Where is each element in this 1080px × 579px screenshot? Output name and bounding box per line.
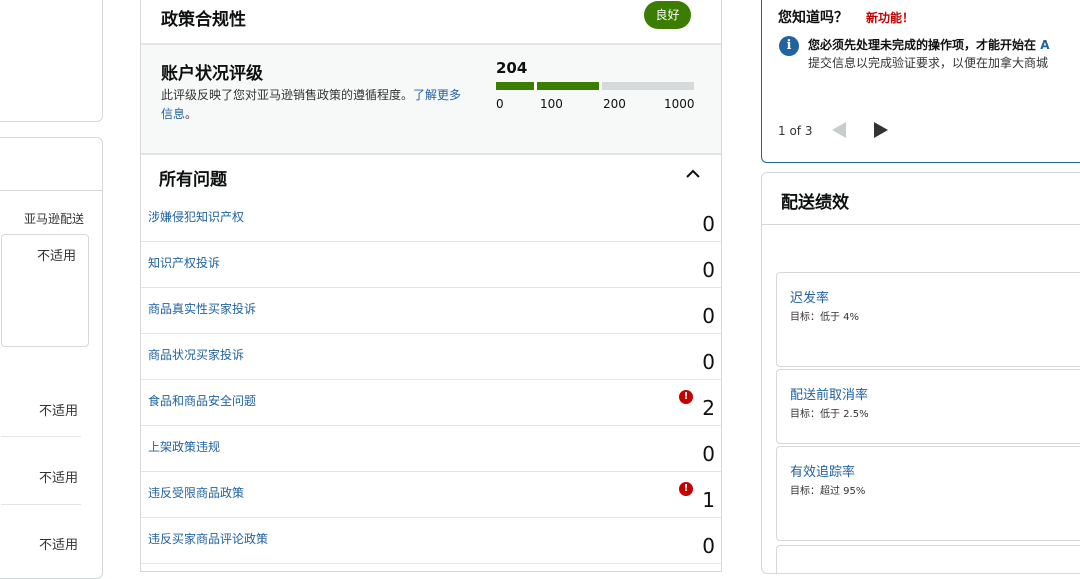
did-you-know-card: 您知道吗？ 新功能！ i 您必须先处理未完成的操作项，才能开始在 A 提交信息以… bbox=[761, 0, 1080, 163]
scale-tick: 1000 bbox=[664, 97, 695, 111]
metric-name[interactable]: 迟发率 bbox=[790, 287, 829, 306]
metric-card-partial bbox=[776, 545, 1080, 573]
issue-link[interactable]: 违反买家商品评论政策 bbox=[148, 530, 268, 547]
scale-tick: 0 bbox=[496, 97, 504, 111]
rating-score: 204 bbox=[496, 59, 528, 77]
issue-count: 0 bbox=[702, 304, 715, 328]
scale-tick: 200 bbox=[603, 97, 626, 111]
metric-target: 目标：低于 2.5% bbox=[790, 409, 869, 420]
card-title: 配送绩效 bbox=[781, 193, 849, 213]
not-applicable-value: 不适用 bbox=[38, 404, 78, 419]
left-metric-box: 不适用 bbox=[1, 234, 89, 347]
issue-link[interactable]: 食品和商品安全问题 bbox=[148, 392, 256, 409]
issue-link[interactable]: 商品状况买家投诉 bbox=[148, 346, 244, 363]
issue-row[interactable]: 商品真实性买家投诉 0 bbox=[141, 288, 721, 334]
tip-message-detail: 提交信息以完成验证要求，以便在加拿大商城 bbox=[808, 56, 1049, 70]
issue-row[interactable]: 知识产权投诉 0 bbox=[141, 242, 721, 288]
alert-icon: ! bbox=[679, 390, 693, 404]
card-title: 政策合规性 bbox=[161, 10, 246, 30]
issue-link[interactable]: 违反受限商品政策 bbox=[148, 484, 244, 501]
chevron-up-icon[interactable] bbox=[686, 167, 700, 181]
not-applicable-value: 不适用 bbox=[38, 471, 78, 486]
not-applicable-value: 不适用 bbox=[36, 249, 76, 264]
issue-row[interactable]: 商品状况买家投诉 0 bbox=[141, 334, 721, 380]
divider bbox=[762, 224, 1080, 225]
issue-count: 0 bbox=[702, 350, 715, 374]
shipping-performance-card: 配送绩效 迟发率 目标：低于 4% 配送前取消率 目标：低于 2.5% 有效追踪… bbox=[761, 172, 1080, 574]
metric-target: 目标：超过 95% bbox=[790, 486, 866, 497]
rating-empty bbox=[602, 82, 694, 90]
segment-gap bbox=[534, 82, 537, 90]
rating-title: 账户状况评级 bbox=[161, 64, 263, 84]
issue-row[interactable]: 违反受限商品政策! 1 bbox=[141, 472, 721, 518]
scale-tick: 100 bbox=[540, 97, 563, 111]
new-feature-label: 新功能！ bbox=[866, 11, 915, 25]
not-applicable-value: 不适用 bbox=[38, 538, 78, 553]
issue-link[interactable]: 商品真实性买家投诉 bbox=[148, 300, 256, 317]
left-summary-card bbox=[0, 0, 103, 122]
rating-progress-bar bbox=[496, 82, 694, 90]
previous-arrow-icon[interactable] bbox=[832, 122, 846, 138]
metric-late-shipment[interactable]: 迟发率 目标：低于 4% bbox=[776, 272, 1080, 367]
tip-link[interactable]: A bbox=[1040, 38, 1049, 52]
metric-target: 目标：低于 4% bbox=[790, 312, 860, 323]
issue-count: 0 bbox=[702, 258, 715, 282]
issue-row[interactable]: 违反买家商品评论政策 0 bbox=[141, 518, 721, 564]
rating-fill bbox=[496, 82, 602, 90]
issue-row[interactable]: 上架政策违规 0 bbox=[141, 426, 721, 472]
issue-row[interactable]: 涉嫌侵犯知识产权 0 bbox=[141, 196, 721, 242]
metric-name[interactable]: 有效追踪率 bbox=[790, 461, 855, 480]
divider bbox=[0, 190, 102, 191]
all-issues-title: 所有问题 bbox=[159, 170, 227, 190]
rating-description: 此评级反映了您对亚马逊销售政策的遵循程度。了解更多信息。 bbox=[161, 88, 462, 121]
issue-count: 1 bbox=[702, 488, 715, 512]
next-arrow-icon[interactable] bbox=[874, 122, 888, 138]
metric-name[interactable]: 配送前取消率 bbox=[790, 384, 868, 403]
segment-gap bbox=[599, 82, 602, 90]
tip-message: 您必须先处理未完成的操作项，才能开始在 A bbox=[808, 38, 1050, 52]
left-metrics-card: 亚马逊配送 不适用 不适用 不适用 不适用 bbox=[0, 137, 103, 579]
did-you-know-title: 您知道吗？ bbox=[778, 10, 848, 26]
divider bbox=[1, 436, 81, 437]
issue-count: 0 bbox=[702, 534, 715, 558]
issue-link[interactable]: 涉嫌侵犯知识产权 bbox=[148, 208, 244, 225]
alert-icon: ! bbox=[679, 482, 693, 496]
issue-row[interactable]: 食品和商品安全问题! 2 bbox=[141, 380, 721, 426]
issue-count: 0 bbox=[702, 212, 715, 236]
account-health-rating: 账户状况评级 此评级反映了您对亚马逊销售政策的遵循程度。了解更多信息。 204 … bbox=[141, 43, 721, 155]
divider bbox=[1, 504, 81, 505]
status-badge: 良好 bbox=[644, 1, 691, 29]
pagination-indicator: 1 of 3 bbox=[778, 124, 813, 138]
fba-column-header: 亚马逊配送 bbox=[23, 212, 84, 226]
issue-link[interactable]: 上架政策违规 bbox=[148, 438, 220, 455]
metric-valid-tracking[interactable]: 有效追踪率 目标：超过 95% bbox=[776, 446, 1080, 541]
policy-compliance-card: 政策合规性 良好 账户状况评级 此评级反映了您对亚马逊销售政策的遵循程度。了解更… bbox=[140, 0, 722, 572]
info-icon: i bbox=[779, 36, 799, 56]
issue-count: 0 bbox=[702, 442, 715, 466]
metric-cancel-rate[interactable]: 配送前取消率 目标：低于 2.5% bbox=[776, 369, 1080, 444]
issue-count: 2 bbox=[702, 396, 715, 420]
issue-link[interactable]: 知识产权投诉 bbox=[148, 254, 220, 271]
